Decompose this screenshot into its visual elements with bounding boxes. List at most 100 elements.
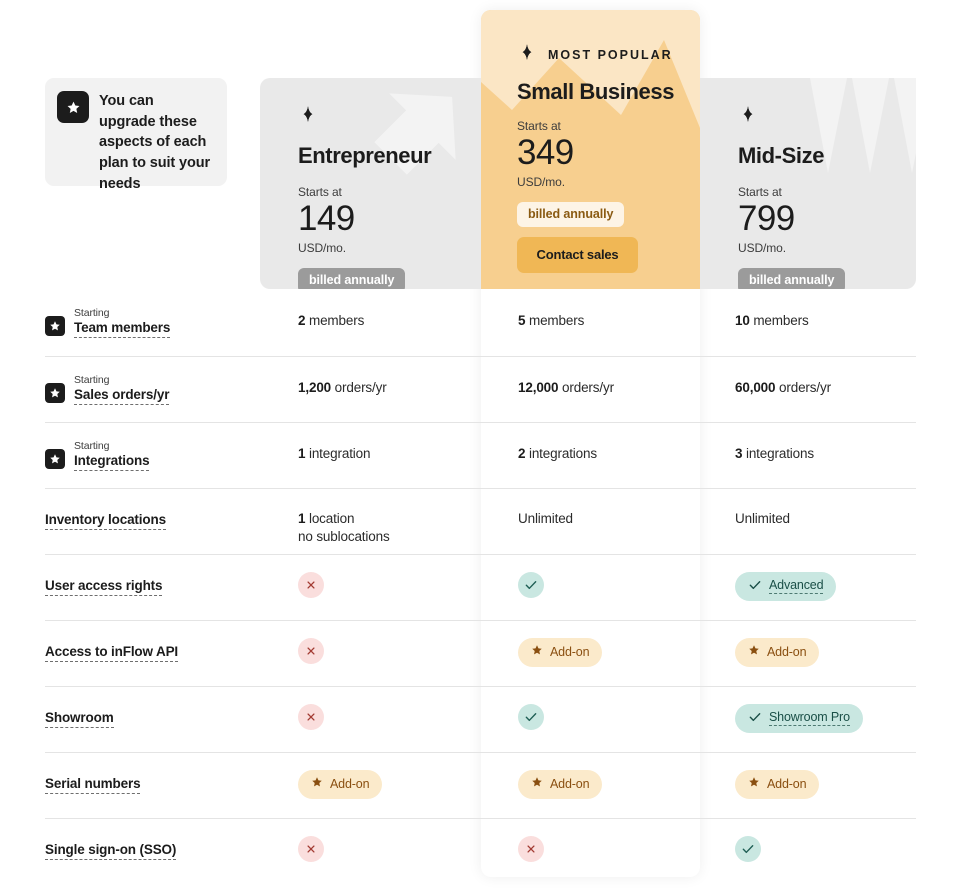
- feature-row: Showroom Showroom Pro: [0, 686, 968, 752]
- feature-value-cell: Add-on: [298, 770, 481, 799]
- value-unit: integrations: [745, 446, 814, 461]
- plan-name: Small Business: [517, 79, 675, 104]
- cross-icon: [298, 836, 324, 862]
- value-number: 5: [518, 313, 526, 328]
- value-unit: location: [308, 511, 355, 526]
- feature-value-cell: Unlimited: [735, 511, 916, 526]
- plan-name: Mid-Size: [738, 143, 825, 168]
- feature-label[interactable]: Inventory locations: [45, 512, 166, 530]
- row-divider: [45, 620, 916, 621]
- value-secondary: no sublocations: [298, 529, 390, 544]
- plan-price: 149: [298, 199, 355, 238]
- starting-label: Starting: [74, 440, 110, 452]
- value-number: 10: [735, 313, 750, 328]
- feature-value-cell: Add-on: [518, 770, 700, 799]
- billing-badge: billed annually: [517, 201, 625, 227]
- value-unit: members: [308, 313, 365, 328]
- addon-badge: Add-on: [298, 770, 383, 799]
- check-icon: [518, 704, 544, 730]
- value-unit: members: [753, 313, 809, 328]
- check-icon: [748, 710, 762, 726]
- tier-badge: Showroom Pro: [735, 704, 863, 733]
- contact-sales-button[interactable]: Contact sales: [517, 236, 638, 273]
- feature-row: Serial numbers Add-on Add-on Add-on: [0, 752, 968, 818]
- feature-row: Inventory locations 1 location no sublocat…: [0, 488, 968, 554]
- sparkle-icon: [298, 105, 481, 129]
- feature-value-cell: [518, 704, 700, 730]
- upgrade-callout: You can upgrade these aspects of each pl…: [45, 78, 227, 192]
- value-unit: members: [528, 313, 585, 328]
- feature-value-cell: [298, 836, 481, 862]
- star-icon: [311, 776, 323, 792]
- billing-badge: billed annually: [738, 267, 846, 289]
- feature-value-cell: [735, 836, 916, 862]
- tier-badge: Advanced: [735, 572, 837, 601]
- row-divider: [45, 422, 916, 423]
- starts-at-label: Starts at: [298, 185, 342, 199]
- row-divider: [45, 356, 916, 357]
- star-icon: [45, 383, 65, 403]
- feature-value-cell: [298, 704, 481, 730]
- feature-label-cell: Showroom: [45, 710, 260, 728]
- sparkle-icon: [738, 105, 916, 129]
- feature-value-cell: 1,200 orders/yr: [298, 380, 481, 395]
- feature-label[interactable]: Access to inFlow API: [45, 644, 178, 662]
- value-unit: orders/yr: [562, 380, 614, 395]
- row-divider: [45, 818, 916, 819]
- feature-value-cell: [518, 572, 700, 598]
- plan-price-period: USD/mo.: [298, 240, 346, 255]
- starts-at-label: Starts at: [738, 185, 782, 199]
- feature-value-cell: Add-on: [518, 638, 700, 667]
- feature-label-cell: Starting Sales orders/yr: [45, 374, 260, 405]
- plan-price-period: USD/mo.: [517, 174, 565, 189]
- feature-value-cell: [298, 638, 481, 664]
- feature-label[interactable]: Sales orders/yr: [74, 387, 169, 405]
- cross-icon: [298, 572, 324, 598]
- feature-label[interactable]: Serial numbers: [45, 776, 141, 794]
- feature-row: Starting Team members 2 members 5 members 10…: [0, 289, 968, 356]
- feature-label-cell: Access to inFlow API: [45, 644, 260, 662]
- feature-value-cell: 3 integrations: [735, 446, 916, 461]
- feature-label[interactable]: Showroom: [45, 710, 114, 728]
- feature-value-cell: 60,000 orders/yr: [735, 380, 916, 395]
- feature-value-cell: [518, 836, 700, 862]
- star-icon: [45, 449, 65, 469]
- most-popular-ribbon: MOST POPULAR: [517, 43, 700, 67]
- star-icon: [748, 776, 760, 792]
- starting-label: Starting: [74, 307, 110, 319]
- feature-label[interactable]: Team members: [74, 320, 170, 338]
- plan-header-entrepreneur: Entrepreneur Starts at 149 USD/mo. bille…: [260, 78, 481, 289]
- star-icon: [45, 316, 65, 336]
- star-icon: [57, 91, 89, 123]
- feature-value-cell: 1 location no sublocations: [298, 511, 481, 544]
- feature-value-cell: [298, 572, 481, 598]
- feature-label[interactable]: Single sign-on (SSO): [45, 842, 176, 860]
- plan-header-mid-size: Mid-Size Starts at 799 USD/mo. billed an…: [700, 78, 916, 289]
- feature-value-cell: 12,000 orders/yr: [518, 380, 700, 395]
- check-icon: [748, 578, 762, 594]
- most-popular-label: MOST POPULAR: [548, 48, 673, 62]
- value-text: Unlimited: [518, 511, 573, 526]
- sparkle-icon: [517, 43, 537, 67]
- feature-label[interactable]: Integrations: [74, 453, 150, 471]
- feature-label-cell: User access rights: [45, 578, 260, 596]
- value-number: 3: [735, 446, 743, 461]
- row-divider: [45, 554, 916, 555]
- feature-value-cell: Add-on: [735, 770, 916, 799]
- feature-value-cell: Showroom Pro: [735, 704, 916, 733]
- value-number: 2: [518, 446, 526, 461]
- row-divider: [45, 488, 916, 489]
- value-number: 1,200: [298, 380, 332, 395]
- feature-label[interactable]: User access rights: [45, 578, 163, 596]
- feature-value-cell: 10 members: [735, 313, 916, 328]
- value-number: 12,000: [518, 380, 559, 395]
- feature-value-cell: 5 members: [518, 313, 700, 328]
- feature-row: Access to inFlow API Add-on Add-on: [0, 620, 968, 686]
- star-icon: [748, 644, 760, 660]
- value-number: 1: [298, 511, 306, 526]
- addon-badge-label: Add-on: [330, 776, 370, 791]
- feature-label-cell: Starting Integrations: [45, 440, 260, 471]
- addon-badge: Add-on: [518, 638, 603, 667]
- plan-price: 349: [517, 133, 574, 172]
- check-icon: [518, 572, 544, 598]
